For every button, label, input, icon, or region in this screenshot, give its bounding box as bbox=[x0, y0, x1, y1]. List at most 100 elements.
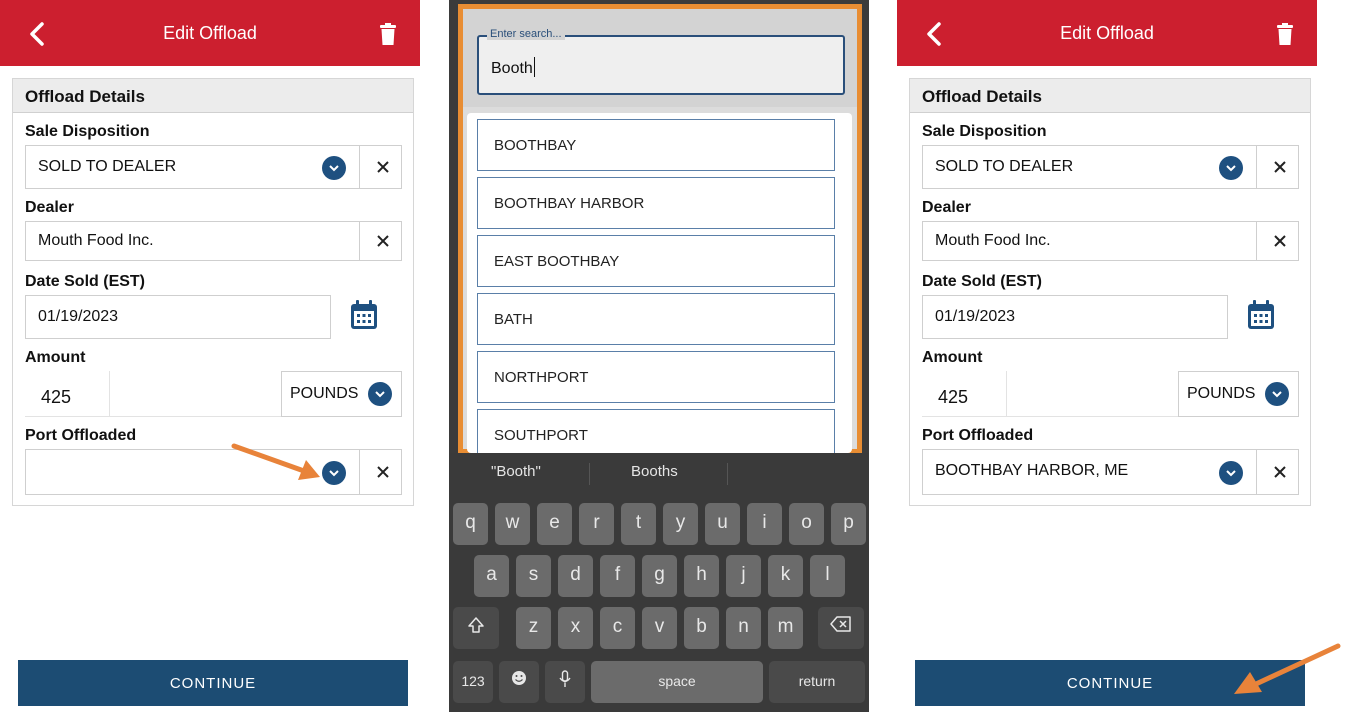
sale-disposition-value: SOLD TO DEALER bbox=[38, 158, 177, 175]
key-e[interactable]: e bbox=[537, 503, 572, 545]
suggestion-item[interactable]: Booths bbox=[631, 463, 678, 480]
key-q[interactable]: q bbox=[453, 503, 488, 545]
backspace-key[interactable] bbox=[818, 607, 864, 649]
chevron-down-icon[interactable] bbox=[368, 382, 392, 406]
page-title: Edit Offload bbox=[1060, 23, 1154, 43]
keyboard: "Booth" Booths q w e r t y u i o p a s d… bbox=[449, 453, 869, 712]
keyboard-suggestions: "Booth" Booths bbox=[449, 453, 869, 493]
clear-port-button[interactable] bbox=[359, 450, 403, 494]
port-offloaded-label: Port Offloaded bbox=[922, 427, 1034, 444]
key-j[interactable]: j bbox=[726, 555, 761, 597]
list-item[interactable]: SOUTHPORT bbox=[477, 409, 835, 453]
results-area: BOOTHBAY BOOTHBAY HARBOR EAST BOOTHBAY B… bbox=[463, 107, 857, 453]
unit-value: POUNDS bbox=[290, 385, 359, 402]
key-v[interactable]: v bbox=[642, 607, 677, 649]
emoji-key[interactable] bbox=[499, 661, 539, 703]
dealer-label: Dealer bbox=[922, 199, 971, 216]
key-b[interactable]: b bbox=[684, 607, 719, 649]
chevron-down-icon[interactable] bbox=[322, 461, 346, 485]
search-panel: Enter search... Booth BOOTHBAY BOOTHBAY … bbox=[458, 4, 862, 454]
continue-button[interactable]: CONTINUE bbox=[915, 660, 1305, 706]
trash-icon[interactable] bbox=[378, 22, 398, 46]
list-item[interactable]: BOOTHBAY bbox=[477, 119, 835, 171]
port-offloaded-select[interactable] bbox=[25, 449, 402, 495]
amount-value: 425 bbox=[41, 387, 72, 407]
unit-value: POUNDS bbox=[1187, 385, 1256, 402]
amount-value: 425 bbox=[938, 387, 969, 407]
list-item[interactable]: NORTHPORT bbox=[477, 351, 835, 403]
key-z[interactable]: z bbox=[516, 607, 551, 649]
amount-field[interactable]: 425 bbox=[25, 371, 281, 417]
list-item[interactable]: EAST BOOTHBAY bbox=[477, 235, 835, 287]
key-x[interactable]: x bbox=[558, 607, 593, 649]
suggestion-item[interactable]: "Booth" bbox=[491, 463, 541, 480]
key-m[interactable]: m bbox=[768, 607, 803, 649]
date-sold-value: 01/19/2023 bbox=[38, 308, 119, 325]
unit-select[interactable]: POUNDS bbox=[1178, 371, 1299, 417]
key-o[interactable]: o bbox=[789, 503, 824, 545]
key-y[interactable]: y bbox=[663, 503, 698, 545]
date-sold-field[interactable]: 01/19/2023 bbox=[922, 295, 1228, 339]
clear-port-button[interactable] bbox=[1256, 450, 1300, 494]
sale-disposition-select[interactable]: SOLD TO DEALER bbox=[25, 145, 402, 189]
date-sold-value: 01/19/2023 bbox=[935, 308, 1016, 325]
amount-field[interactable]: 425 bbox=[922, 371, 1178, 417]
unit-select[interactable]: POUNDS bbox=[281, 371, 402, 417]
return-key[interactable]: return bbox=[769, 661, 865, 703]
list-item[interactable]: BATH bbox=[477, 293, 835, 345]
key-k[interactable]: k bbox=[768, 555, 803, 597]
dealer-label: Dealer bbox=[25, 199, 74, 216]
key-n[interactable]: n bbox=[726, 607, 761, 649]
section-title: Offload Details bbox=[910, 79, 1310, 113]
key-i[interactable]: i bbox=[747, 503, 782, 545]
key-a[interactable]: a bbox=[474, 555, 509, 597]
space-key[interactable]: space bbox=[591, 661, 763, 703]
section-title: Offload Details bbox=[13, 79, 413, 113]
chevron-down-icon[interactable] bbox=[322, 156, 346, 180]
key-u[interactable]: u bbox=[705, 503, 740, 545]
sale-disposition-select[interactable]: SOLD TO DEALER bbox=[922, 145, 1299, 189]
sale-disposition-label: Sale Disposition bbox=[922, 123, 1047, 140]
key-p[interactable]: p bbox=[831, 503, 866, 545]
clear-dealer-button[interactable] bbox=[1256, 222, 1300, 260]
chevron-down-icon[interactable] bbox=[1265, 382, 1289, 406]
chevron-down-icon[interactable] bbox=[1219, 156, 1243, 180]
app-header: Edit Offload bbox=[0, 0, 420, 66]
left-screen: Edit Offload Offload Details Sale Dispos… bbox=[0, 0, 420, 712]
amount-label: Amount bbox=[922, 349, 983, 366]
clear-dealer-button[interactable] bbox=[359, 222, 403, 260]
calendar-icon[interactable] bbox=[349, 299, 379, 329]
shift-key[interactable] bbox=[453, 607, 499, 649]
key-c[interactable]: c bbox=[600, 607, 635, 649]
clear-sale-disposition-button[interactable] bbox=[359, 146, 403, 188]
key-r[interactable]: r bbox=[579, 503, 614, 545]
key-g[interactable]: g bbox=[642, 555, 677, 597]
numbers-key[interactable]: 123 bbox=[453, 661, 493, 703]
clear-sale-disposition-button[interactable] bbox=[1256, 146, 1300, 188]
shift-icon bbox=[468, 617, 484, 633]
dealer-field[interactable]: Mouth Food Inc. bbox=[922, 221, 1299, 261]
dealer-field[interactable]: Mouth Food Inc. bbox=[25, 221, 402, 261]
key-l[interactable]: l bbox=[810, 555, 845, 597]
date-sold-label: Date Sold (EST) bbox=[922, 273, 1043, 290]
key-f[interactable]: f bbox=[600, 555, 635, 597]
key-s[interactable]: s bbox=[516, 555, 551, 597]
date-sold-field[interactable]: 01/19/2023 bbox=[25, 295, 331, 339]
dealer-value: Mouth Food Inc. bbox=[935, 232, 1051, 249]
port-offloaded-select[interactable]: BOOTHBAY HARBOR, ME bbox=[922, 449, 1299, 495]
search-input[interactable]: Enter search... Booth bbox=[477, 28, 845, 95]
right-screen: Edit Offload Offload Details Sale Dispos… bbox=[897, 0, 1317, 712]
key-h[interactable]: h bbox=[684, 555, 719, 597]
chevron-down-icon[interactable] bbox=[1219, 461, 1243, 485]
continue-button[interactable]: CONTINUE bbox=[18, 660, 408, 706]
calendar-icon[interactable] bbox=[1246, 299, 1276, 329]
list-item[interactable]: BOOTHBAY HARBOR bbox=[477, 177, 835, 229]
key-w[interactable]: w bbox=[495, 503, 530, 545]
key-t[interactable]: t bbox=[621, 503, 656, 545]
microphone-key[interactable] bbox=[545, 661, 585, 703]
page-title: Edit Offload bbox=[163, 23, 257, 43]
trash-icon[interactable] bbox=[1275, 22, 1295, 46]
key-d[interactable]: d bbox=[558, 555, 593, 597]
search-placeholder: Enter search... bbox=[487, 28, 565, 40]
search-value: Booth bbox=[491, 60, 533, 77]
